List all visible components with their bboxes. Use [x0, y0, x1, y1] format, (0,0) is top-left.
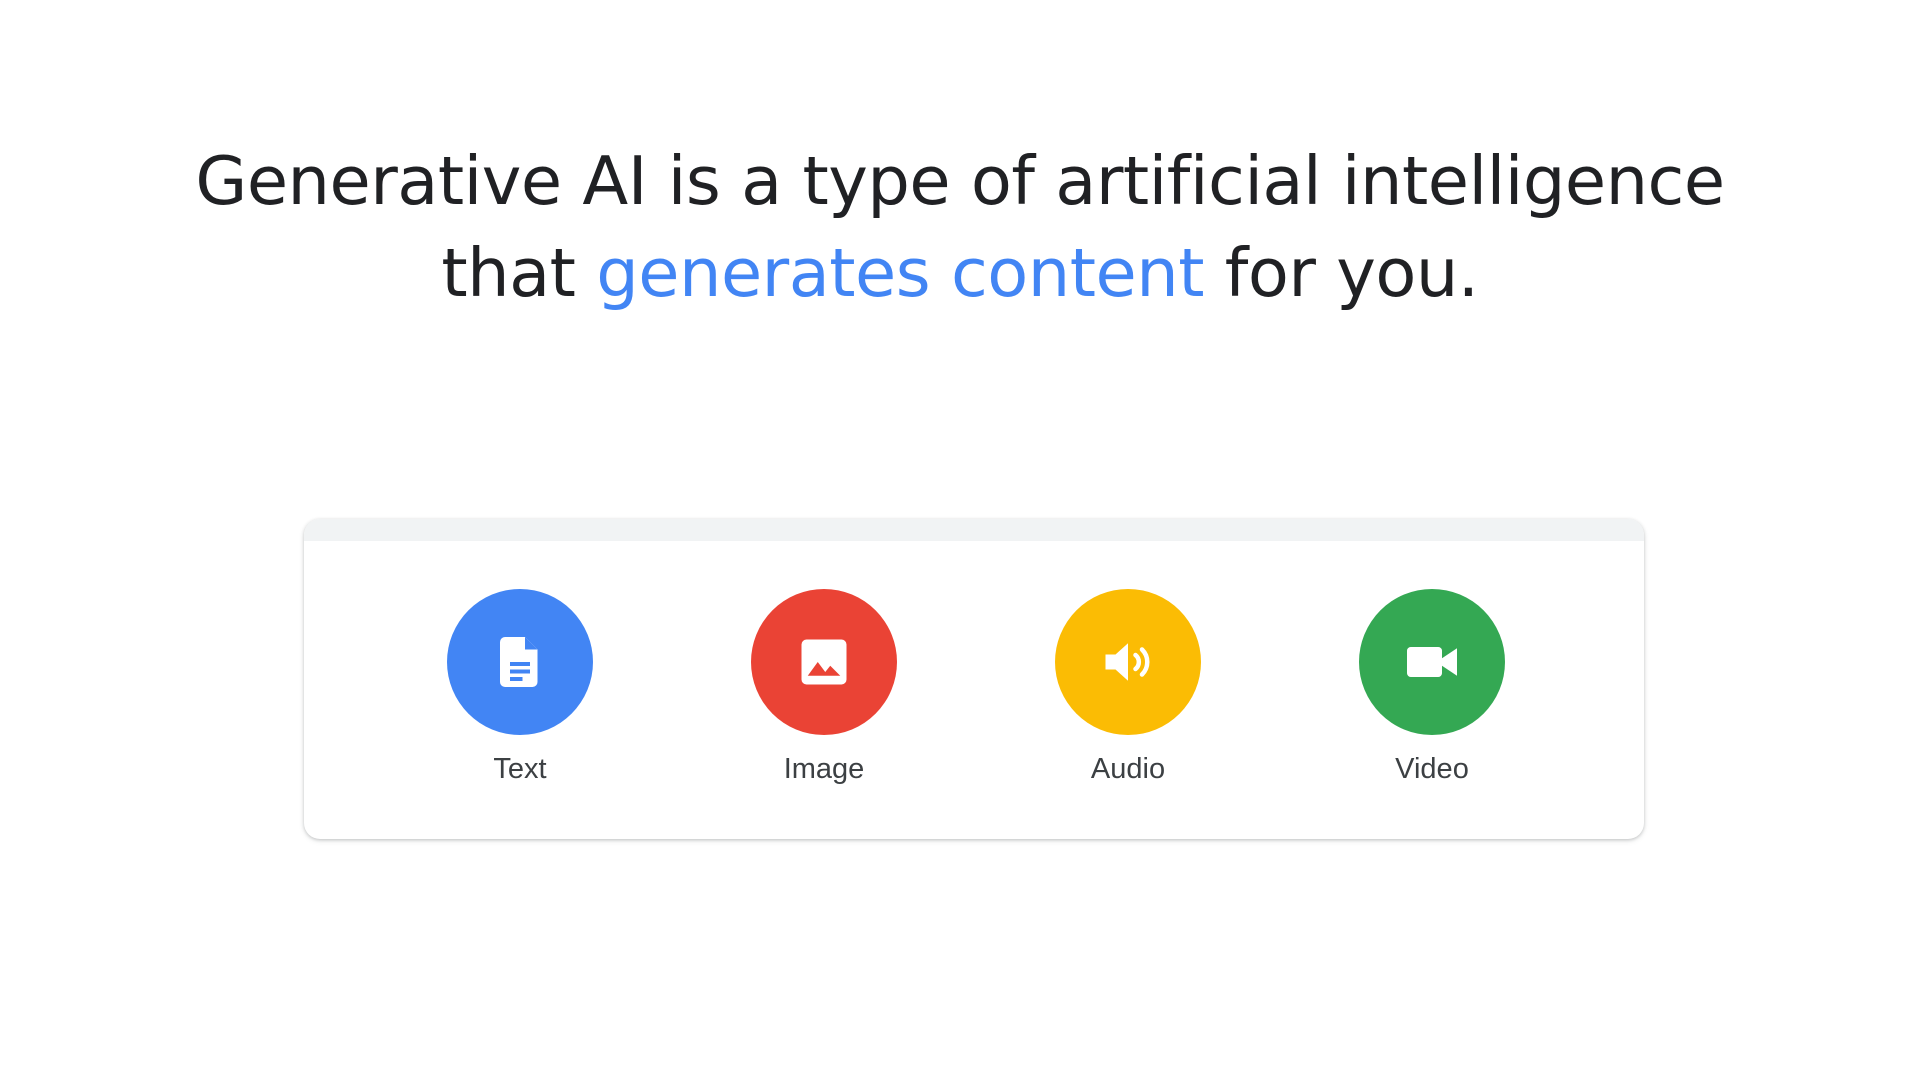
speaker-icon: [1055, 589, 1201, 735]
video-camera-icon: [1359, 589, 1505, 735]
headline-accent-text: generates content: [596, 234, 1204, 312]
headline-line-2-end: for you.: [1203, 234, 1479, 312]
content-type-label: Video: [1395, 753, 1469, 785]
content-type-text: Text: [410, 589, 630, 786]
content-types-card: Text Image Audio Video: [304, 519, 1644, 839]
content-type-audio: Audio: [1018, 589, 1238, 786]
card-header-bar: [304, 519, 1644, 541]
content-type-label: Audio: [1090, 753, 1166, 785]
headline: Generative AI is a type of artificial in…: [0, 135, 1920, 319]
content-type-label: Image: [783, 753, 865, 785]
headline-line-2: that generates content for you.: [0, 227, 1920, 319]
headline-line-1: Generative AI is a type of artificial in…: [195, 142, 1725, 220]
content-type-label: Text: [493, 753, 547, 785]
content-type-image: Image: [714, 589, 934, 786]
content-type-video: Video: [1322, 589, 1542, 786]
image-icon: [751, 589, 897, 735]
document-icon: [447, 589, 593, 735]
headline-line-2-start: that: [441, 234, 597, 312]
